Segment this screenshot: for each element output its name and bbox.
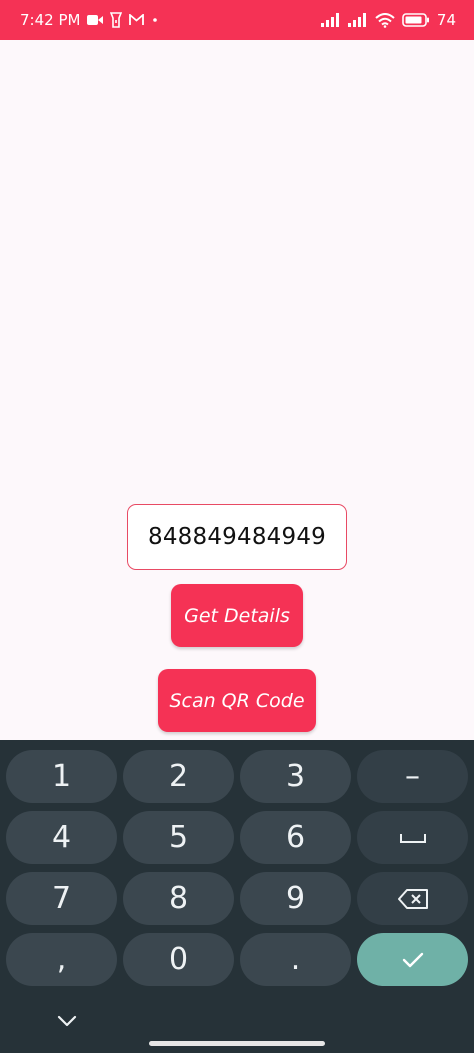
number-input[interactable]: 848849484949 — [127, 504, 347, 570]
keyboard-collapse-button[interactable] — [52, 1010, 82, 1032]
key-enter[interactable] — [357, 933, 468, 986]
dot-icon — [151, 16, 159, 24]
wifi-icon — [375, 12, 395, 28]
signal-icon — [347, 13, 368, 27]
key-5[interactable]: 5 — [123, 811, 234, 864]
key-backspace[interactable] — [357, 872, 468, 925]
key-4[interactable]: 4 — [6, 811, 117, 864]
key-7[interactable]: 7 — [6, 872, 117, 925]
status-bar: 7:42 PM 74 — [0, 0, 474, 40]
backspace-icon — [397, 888, 429, 910]
key-dash[interactable]: – — [357, 750, 468, 803]
battery-icon — [402, 13, 430, 27]
scan-qr-code-button[interactable]: Scan QR Code — [158, 669, 316, 732]
signal-icon — [320, 13, 341, 27]
video-call-icon — [87, 14, 104, 26]
main-content: 848849484949 Get Details Scan QR Code — [0, 40, 474, 740]
key-6[interactable]: 6 — [240, 811, 351, 864]
gmail-icon — [129, 14, 145, 26]
check-icon — [401, 951, 425, 969]
key-comma[interactable]: , — [6, 933, 117, 986]
key-8[interactable]: 8 — [123, 872, 234, 925]
key-3[interactable]: 3 — [240, 750, 351, 803]
home-indicator[interactable] — [149, 1041, 325, 1046]
status-right: 74 — [320, 11, 456, 29]
battery-level: 74 — [436, 11, 456, 29]
status-time: 7:42 PM — [20, 11, 81, 29]
key-0[interactable]: 0 — [123, 933, 234, 986]
key-1[interactable]: 1 — [6, 750, 117, 803]
key-period[interactable]: . — [240, 933, 351, 986]
flashlight-icon — [110, 12, 123, 28]
space-icon — [399, 831, 427, 845]
numeric-keyboard: 1 2 3 – 4 5 6 7 8 9 , 0 . — [0, 740, 474, 1053]
key-space[interactable] — [357, 811, 468, 864]
chevron-down-icon — [56, 1014, 78, 1028]
key-9[interactable]: 9 — [240, 872, 351, 925]
status-left: 7:42 PM — [20, 11, 159, 29]
get-details-button[interactable]: Get Details — [171, 584, 303, 647]
key-2[interactable]: 2 — [123, 750, 234, 803]
